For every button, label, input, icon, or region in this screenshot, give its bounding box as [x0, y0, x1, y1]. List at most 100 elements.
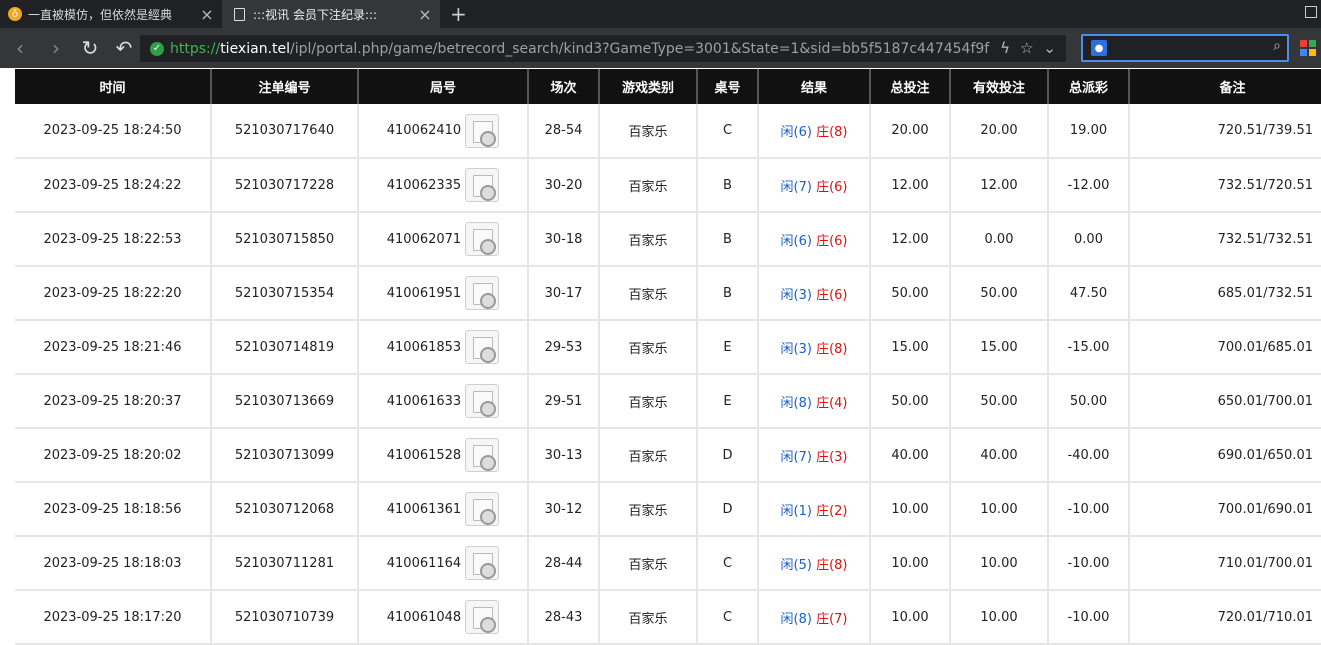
cell-result: 闲(6) 庄(6)	[757, 212, 870, 267]
table-row: 2023-09-25 18:17:20 521030710739 4100610…	[15, 590, 1321, 645]
cell-session: 30-17	[527, 266, 599, 321]
banker-result: 庄(6)	[816, 287, 848, 303]
header-valid-bet: 有效投注	[949, 69, 1048, 104]
cell-total-bet: 50.00	[869, 266, 950, 321]
back-icon[interactable]: ‹	[8, 36, 32, 60]
close-tab-icon[interactable]: ×	[418, 5, 432, 24]
site-favicon-icon: ǒ	[8, 7, 22, 21]
forward-icon[interactable]: ›	[44, 36, 68, 60]
banker-result: 庄(6)	[816, 233, 848, 249]
cell-payout: 19.00	[1047, 104, 1129, 159]
header-order-no: 注单编号	[210, 69, 358, 104]
secure-shield-icon: ✓	[150, 41, 164, 56]
url-text[interactable]: https://tiexian.tel/ipl/portal.php/game/…	[170, 41, 990, 57]
round-no-text: 410061633	[386, 393, 462, 409]
cell-payout: -40.00	[1047, 428, 1129, 483]
cell-game-type: 百家乐	[598, 374, 697, 429]
round-no-text: 410062071	[386, 231, 462, 247]
cell-game-type: 百家乐	[598, 536, 697, 591]
video-replay-icon[interactable]	[465, 276, 500, 310]
player-result: 闲(6)	[780, 233, 812, 249]
table-row: 2023-09-25 18:24:22 521030717228 4100623…	[15, 158, 1321, 213]
apps-grid-icon[interactable]	[1300, 40, 1316, 56]
cell-order-no: 521030713669	[210, 374, 358, 429]
browser-toolbar: ‹ › ↻ ↶ ✓ https://tiexian.tel/ipl/portal…	[0, 28, 1321, 68]
undo-close-icon[interactable]: ↶	[112, 36, 136, 60]
cell-total-bet: 20.00	[869, 104, 950, 159]
cell-result: 闲(8) 庄(4)	[757, 374, 870, 429]
cell-result: 闲(1) 庄(2)	[757, 482, 870, 537]
cell-valid-bet: 12.00	[949, 158, 1048, 213]
star-bookmark-icon[interactable]: ☆	[1020, 39, 1033, 57]
table-row: 2023-09-25 18:22:20 521030715354 4100619…	[15, 266, 1321, 321]
banker-result: 庄(2)	[816, 503, 848, 519]
cell-session: 29-53	[527, 320, 599, 375]
cell-valid-bet: 40.00	[949, 428, 1048, 483]
baidu-paw-icon[interactable]: ●	[1091, 40, 1107, 56]
document-icon	[234, 7, 245, 21]
cell-payout: 0.00	[1047, 212, 1129, 267]
cell-valid-bet: 10.00	[949, 536, 1048, 591]
table-row: 2023-09-25 18:20:02 521030713099 4100615…	[15, 428, 1321, 483]
cell-time: 2023-09-25 18:22:53	[15, 212, 211, 267]
video-replay-icon[interactable]	[465, 384, 500, 418]
browser-tab-strip: ǒ 一直被模仿，但依然是經典 × :::视讯 会员下注纪录::: × +	[0, 0, 1321, 28]
player-result: 闲(3)	[780, 341, 812, 357]
cell-game-type: 百家乐	[598, 212, 697, 267]
video-replay-icon[interactable]	[465, 330, 500, 364]
cell-session: 30-13	[527, 428, 599, 483]
cell-table-no: D	[696, 428, 758, 483]
window-restore-icon[interactable]	[1305, 6, 1317, 18]
cell-order-no: 521030711281	[210, 536, 358, 591]
cell-order-no: 521030715850	[210, 212, 358, 267]
cell-total-bet: 50.00	[869, 374, 950, 429]
cell-table-no: C	[696, 104, 758, 159]
cell-valid-bet: 15.00	[949, 320, 1048, 375]
video-replay-icon[interactable]	[465, 168, 500, 202]
new-tab-icon[interactable]: +	[450, 2, 467, 26]
lightning-icon[interactable]: ϟ	[1000, 39, 1010, 57]
cell-payout: 47.50	[1047, 266, 1129, 321]
header-payout: 总派彩	[1047, 69, 1129, 104]
cell-game-type: 百家乐	[598, 320, 697, 375]
cell-time: 2023-09-25 18:21:46	[15, 320, 211, 375]
close-tab-icon[interactable]: ×	[200, 5, 214, 24]
reload-icon[interactable]: ↻	[78, 36, 102, 60]
bet-record-table: 时间 注单编号 局号 场次 游戏类别 桌号 结果 总投注 有效投注 总派彩 备注…	[15, 69, 1321, 645]
video-replay-icon[interactable]	[465, 492, 500, 526]
cell-table-no: C	[696, 590, 758, 645]
browser-tab-1[interactable]: ǒ 一直被模仿，但依然是經典 ×	[0, 0, 222, 28]
cell-round-no: 410061633	[357, 374, 528, 429]
browser-tab-2[interactable]: :::视讯 会员下注纪录::: ×	[222, 0, 440, 28]
cell-total-bet: 12.00	[869, 158, 950, 213]
cell-session: 29-51	[527, 374, 599, 429]
address-bar[interactable]: ✓ https://tiexian.tel/ipl/portal.php/gam…	[140, 35, 1066, 62]
cell-order-no: 521030710739	[210, 590, 358, 645]
cell-session: 30-12	[527, 482, 599, 537]
video-replay-icon[interactable]	[465, 438, 500, 472]
video-replay-icon[interactable]	[465, 600, 500, 634]
cell-total-bet: 12.00	[869, 212, 950, 267]
cell-total-bet: 15.00	[869, 320, 950, 375]
search-icon[interactable]: ⌕	[1273, 38, 1281, 54]
video-replay-icon[interactable]	[465, 113, 500, 148]
chevron-down-icon[interactable]: ⌄	[1043, 39, 1056, 57]
header-note: 备注	[1128, 69, 1321, 104]
header-time: 时间	[15, 69, 211, 104]
cell-result: 闲(8) 庄(7)	[757, 590, 870, 645]
cell-note: 720.51/739.51	[1128, 104, 1321, 159]
cell-note: 690.01/650.01	[1128, 428, 1321, 483]
cell-total-bet: 40.00	[869, 428, 950, 483]
search-box[interactable]: ● ⌕	[1081, 34, 1289, 62]
cell-session: 28-54	[527, 104, 599, 159]
cell-session: 30-20	[527, 158, 599, 213]
cell-total-bet: 10.00	[869, 590, 950, 645]
cell-order-no: 521030715354	[210, 266, 358, 321]
cell-note: 650.01/700.01	[1128, 374, 1321, 429]
video-replay-icon[interactable]	[465, 222, 500, 256]
header-table-no: 桌号	[696, 69, 758, 104]
cell-game-type: 百家乐	[598, 158, 697, 213]
search-input[interactable]	[1113, 38, 1253, 58]
video-replay-icon[interactable]	[465, 546, 500, 580]
cell-table-no: E	[696, 374, 758, 429]
